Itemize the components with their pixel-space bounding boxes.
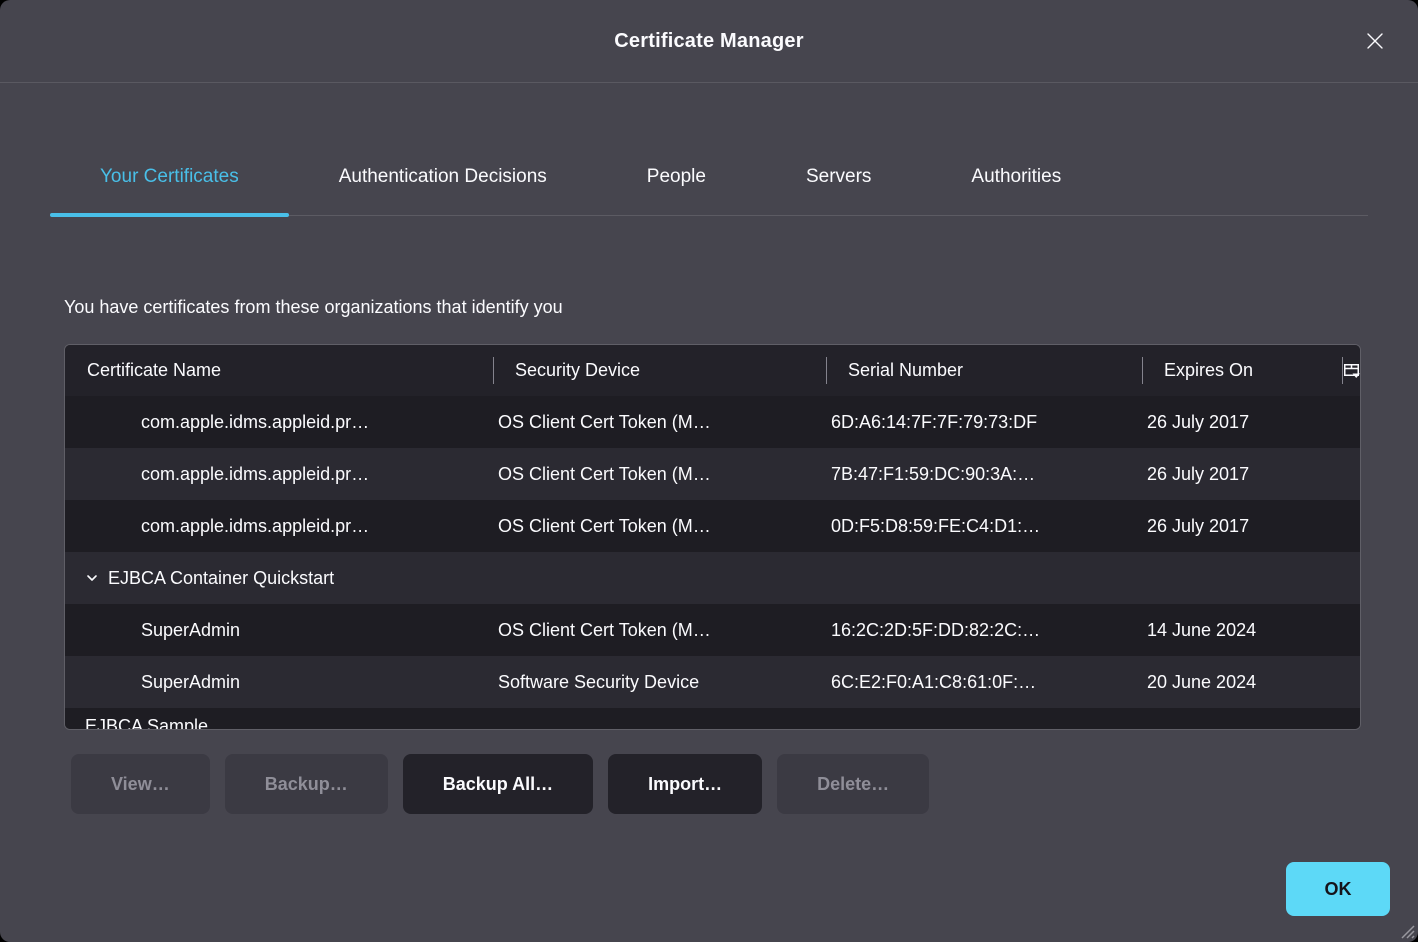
tab-authentication-decisions[interactable]: Authentication Decisions bbox=[289, 141, 597, 215]
cert-row[interactable]: com.apple.idms.appleid.pr…OS Client Cert… bbox=[65, 500, 1360, 552]
chevron-down-icon[interactable] bbox=[85, 571, 99, 585]
tab-people[interactable]: People bbox=[597, 141, 756, 215]
group-row-partial[interactable]: EJBCA Sample bbox=[65, 708, 1360, 729]
expires-on-cell: 20 June 2024 bbox=[1142, 672, 1342, 693]
column-picker-button[interactable] bbox=[1342, 345, 1361, 396]
dialog-title: Certificate Manager bbox=[614, 30, 803, 53]
tab-your-certificates[interactable]: Your Certificates bbox=[50, 141, 289, 215]
serial-number-cell: 16:2C:2D:5F:DD:82:2C:… bbox=[826, 620, 1142, 641]
column-picker-icon bbox=[1342, 361, 1361, 381]
security-device-cell: OS Client Cert Token (M… bbox=[493, 620, 826, 641]
ok-button[interactable]: OK bbox=[1286, 862, 1390, 916]
group-label: EJBCA Sample bbox=[85, 716, 208, 729]
dialog-content: You have certificates from these organiz… bbox=[0, 296, 1418, 814]
serial-number-cell: 6D:A6:14:7F:7F:79:73:DF bbox=[826, 412, 1142, 433]
cert-name-cell: com.apple.idms.appleid.pr… bbox=[65, 516, 493, 537]
group-row[interactable]: EJBCA Container Quickstart bbox=[65, 552, 1360, 604]
delete-button[interactable]: Delete… bbox=[777, 754, 929, 814]
cert-row[interactable]: com.apple.idms.appleid.pr…OS Client Cert… bbox=[65, 396, 1360, 448]
cert-row[interactable]: com.apple.idms.appleid.pr…OS Client Cert… bbox=[65, 448, 1360, 500]
cert-name-cell: com.apple.idms.appleid.pr… bbox=[65, 412, 493, 433]
column-header-label: Serial Number bbox=[848, 360, 963, 381]
expires-on-cell: 26 July 2017 bbox=[1142, 464, 1342, 485]
security-device-cell: OS Client Cert Token (M… bbox=[493, 516, 826, 537]
column-header-label: Certificate Name bbox=[87, 360, 221, 381]
serial-number-cell: 7B:47:F1:59:DC:90:3A:… bbox=[826, 464, 1142, 485]
view-button[interactable]: View… bbox=[71, 754, 210, 814]
cert-name-cell: com.apple.idms.appleid.pr… bbox=[65, 464, 493, 485]
serial-number-cell: 6C:E2:F0:A1:C8:61:0F:… bbox=[826, 672, 1142, 693]
action-buttons: View…Backup…Backup All…Import…Delete… bbox=[71, 754, 1361, 814]
backup-button[interactable]: Backup… bbox=[225, 754, 388, 814]
security-device-cell: Software Security Device bbox=[493, 672, 826, 693]
column-header-expires-on[interactable]: Expires On bbox=[1142, 345, 1342, 396]
column-header-label: Security Device bbox=[515, 360, 640, 381]
import-button[interactable]: Import… bbox=[608, 754, 762, 814]
tab-bar: Your CertificatesAuthentication Decision… bbox=[50, 141, 1368, 216]
column-header-label: Expires On bbox=[1164, 360, 1253, 381]
security-device-cell: OS Client Cert Token (M… bbox=[493, 464, 826, 485]
close-icon bbox=[1364, 30, 1386, 52]
expires-on-cell: 26 July 2017 bbox=[1142, 516, 1342, 537]
certificate-manager-dialog: Certificate Manager Your CertificatesAut… bbox=[0, 0, 1418, 942]
description-text: You have certificates from these organiz… bbox=[64, 296, 1361, 318]
security-device-cell: OS Client Cert Token (M… bbox=[493, 412, 826, 433]
column-header-serial-number[interactable]: Serial Number bbox=[826, 345, 1142, 396]
cert-row[interactable]: SuperAdminOS Client Cert Token (M…16:2C:… bbox=[65, 604, 1360, 656]
table-header: Certificate Name Security Device Serial Nu… bbox=[65, 345, 1360, 396]
dialog-titlebar: Certificate Manager bbox=[0, 0, 1418, 83]
group-label: EJBCA Container Quickstart bbox=[108, 568, 334, 589]
cert-name-cell: SuperAdmin bbox=[65, 672, 493, 693]
table-body: com.apple.idms.appleid.pr…OS Client Cert… bbox=[65, 396, 1360, 729]
close-button[interactable] bbox=[1360, 26, 1390, 56]
certificates-table: Certificate Name Security Device Serial Nu… bbox=[64, 344, 1361, 730]
serial-number-cell: 0D:F5:D8:59:FE:C4:D1:… bbox=[826, 516, 1142, 537]
expires-on-cell: 26 July 2017 bbox=[1142, 412, 1342, 433]
resize-grip-icon[interactable] bbox=[1395, 919, 1415, 939]
cert-row[interactable]: SuperAdminSoftware Security Device6C:E2:… bbox=[65, 656, 1360, 708]
tab-authorities[interactable]: Authorities bbox=[921, 141, 1111, 215]
tab-servers[interactable]: Servers bbox=[756, 141, 921, 215]
expires-on-cell: 14 June 2024 bbox=[1142, 620, 1342, 641]
cert-name-cell: SuperAdmin bbox=[65, 620, 493, 641]
column-header-certificate-name[interactable]: Certificate Name bbox=[65, 345, 493, 396]
backup-all-button[interactable]: Backup All… bbox=[403, 754, 593, 814]
column-header-security-device[interactable]: Security Device bbox=[493, 345, 826, 396]
